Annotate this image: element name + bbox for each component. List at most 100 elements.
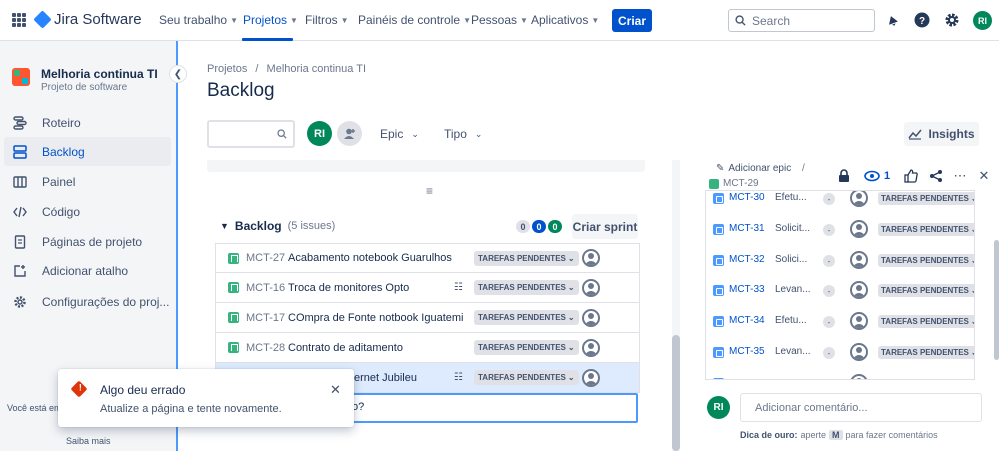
more-options-icon[interactable]: ⋯	[952, 168, 968, 184]
issue-key[interactable]: MCT-27	[246, 252, 285, 264]
chevron-down-icon: ⌄	[411, 128, 419, 139]
status-dropdown[interactable]: TAREFAS PENDENTES ⌄	[474, 310, 579, 325]
notifications-icon[interactable]	[883, 11, 901, 29]
issue-key[interactable]: MCT-16	[246, 282, 285, 294]
story-icon	[228, 282, 239, 293]
unassigned-avatar-icon[interactable]	[582, 368, 600, 387]
detail-issue-key[interactable]: MCT-29	[709, 178, 759, 189]
backlog-header[interactable]: ▼ Backlog (5 issues)	[220, 219, 335, 233]
child-status-dropdown[interactable]: TAREFAS PENDENTES⌄	[878, 346, 974, 359]
unassigned-avatar-icon[interactable]	[582, 249, 600, 267]
status-dropdown[interactable]: TAREFAS PENDENTES ⌄	[474, 250, 579, 266]
learn-more-link[interactable]: Saiba mais	[66, 436, 111, 446]
child-issue-row[interactable]: MCT-34 Efetu... - TAREFAS PENDENTES⌄	[706, 307, 974, 337]
child-issue-row[interactable]: MCT-35 Levan... - TAREFAS PENDENTES⌄	[706, 338, 974, 368]
unassigned-avatar-icon[interactable]	[582, 278, 600, 297]
add-epic-link[interactable]: ✎ Adicionar epic	[716, 163, 791, 174]
status-dropdown[interactable]: TAREFAS PENDENTES ⌄	[474, 280, 579, 295]
child-issue-row[interactable]: MCT-32 Solici... - TAREFAS PENDENTES⌄	[706, 246, 974, 276]
sidebar-item-roteiro[interactable]: Roteiro	[4, 108, 171, 137]
in-progress-count-badge: 0	[532, 220, 546, 233]
child-issue-key[interactable]: MCT-33	[729, 284, 765, 295]
backlog-search-input[interactable]	[207, 120, 295, 148]
unassigned-avatar-icon[interactable]	[850, 281, 868, 299]
nav-projetos[interactable]: Projetos ▼	[243, 13, 298, 27]
child-status-dropdown[interactable]: TAREFAS PENDENTES⌄	[878, 284, 974, 297]
collapse-sidebar-button[interactable]: ❮	[169, 65, 187, 83]
child-issue-key[interactable]: MCT-35	[729, 346, 765, 357]
jira-logo[interactable]: Jira Software	[33, 10, 142, 29]
breadcrumb-project[interactable]: Melhoria continua TI	[267, 63, 366, 75]
child-status-dropdown[interactable]: TAREFAS PENDENTES⌄	[878, 223, 974, 236]
project-avatar-icon	[12, 68, 30, 86]
add-people-button[interactable]	[337, 121, 362, 146]
child-issue-key[interactable]: MCT-34	[729, 315, 765, 326]
sidebar-item-codigo[interactable]: Código	[4, 197, 171, 226]
search-input[interactable]: Search	[728, 9, 875, 32]
issue-key[interactable]: MCT-28	[246, 342, 285, 354]
nav-aplicativos[interactable]: Aplicativos ▼	[531, 13, 599, 27]
nav-filtros[interactable]: Filtros ▼	[305, 13, 349, 27]
unassigned-avatar-icon[interactable]	[850, 343, 868, 361]
status-label: TAREFAS PENDENTES	[881, 317, 969, 326]
child-issue-key[interactable]: MCT-32	[729, 254, 765, 265]
unassigned-avatar-icon[interactable]	[850, 191, 868, 207]
user-avatar[interactable]: RI	[973, 11, 992, 30]
nav-pessoas[interactable]: Pessoas ▼	[471, 13, 528, 27]
issue-row[interactable]: MCT-28 Contrato de aditamento TAREFAS PE…	[215, 333, 640, 363]
child-issue-row[interactable]: MCT-33 Levan... - TAREFAS PENDENTES⌄	[706, 276, 974, 306]
unassigned-avatar-icon[interactable]	[850, 374, 868, 379]
nav-seu-trabalho[interactable]: Seu trabalho ▼	[159, 13, 238, 27]
epic-filter-dropdown[interactable]: Epic ⌄	[380, 127, 419, 141]
child-issue-row[interactable]: MCT-31 Solicit... - TAREFAS PENDENTES⌄	[706, 215, 974, 245]
create-sprint-button[interactable]: Criar sprint	[572, 214, 638, 239]
unassigned-avatar-icon[interactable]	[850, 220, 868, 238]
chevron-down-icon: ⌄	[474, 128, 483, 139]
issue-row[interactable]: MCT-16 Troca de monitores Opto ☷ TAREFAS…	[215, 273, 640, 303]
settings-gear-icon[interactable]	[943, 11, 961, 29]
search-icon	[735, 15, 746, 26]
child-issue-row-partial[interactable]	[706, 369, 974, 379]
unassigned-avatar-icon[interactable]	[582, 308, 600, 327]
unassigned-avatar-icon[interactable]	[850, 251, 868, 269]
detail-scrollbar-thumb[interactable]	[994, 240, 999, 360]
sidebar-item-painel[interactable]: Painel	[4, 167, 171, 196]
sidebar-item-adicionar-atalho[interactable]: Adicionar atalho	[4, 256, 171, 285]
backlog-issue-count: (5 issues)	[287, 220, 336, 232]
child-status-dropdown[interactable]: TAREFAS PENDENTES⌄	[878, 254, 974, 267]
app-switcher-icon[interactable]	[12, 13, 26, 27]
watch-eye-icon[interactable]	[864, 168, 880, 184]
issue-row[interactable]: MCT-27 Acabamento notebook Guarulhos TAR…	[215, 243, 640, 273]
sidebar-item-backlog[interactable]: Backlog	[4, 137, 171, 166]
child-status-dropdown[interactable]: TAREFAS PENDENTES⌄	[878, 192, 974, 205]
drag-handle-icon[interactable]: ≡	[426, 184, 433, 198]
unassigned-avatar-icon[interactable]	[582, 338, 600, 357]
create-button[interactable]: Criar	[612, 9, 652, 32]
sidebar-item-paginas[interactable]: Páginas de projeto	[4, 227, 171, 256]
chevron-down-icon: ⌄	[567, 343, 575, 352]
issue-row[interactable]: MCT-17 COmpra de Fonte notbook Iguatemi …	[215, 303, 640, 333]
assignee-filter-avatar[interactable]: RI	[307, 121, 332, 146]
share-icon[interactable]	[928, 168, 944, 184]
help-icon[interactable]: ?	[913, 11, 931, 29]
close-icon[interactable]: ✕	[330, 382, 341, 398]
status-dropdown[interactable]: TAREFAS PENDENTES ⌄	[474, 340, 579, 355]
child-issue-key[interactable]: MCT-31	[729, 223, 765, 234]
child-issue-key[interactable]: MCT-30	[729, 192, 765, 203]
close-panel-icon[interactable]: ✕	[976, 168, 992, 184]
type-filter-dropdown[interactable]: Tipo ⌄	[444, 127, 482, 141]
nav-paineis[interactable]: Painéis de controle ▼	[358, 13, 471, 27]
status-label: TAREFAS PENDENTES	[881, 286, 969, 295]
lock-icon[interactable]	[836, 168, 852, 184]
child-status-dropdown[interactable]: TAREFAS PENDENTES⌄	[878, 315, 974, 328]
main-scrollbar-thumb[interactable]	[672, 335, 680, 451]
unassigned-avatar-icon[interactable]	[850, 312, 868, 330]
sidebar-item-configuracoes[interactable]: Configurações do proj...	[4, 287, 171, 316]
status-dropdown[interactable]: TAREFAS PENDENTES ⌄	[474, 370, 579, 385]
thumbs-up-icon[interactable]	[903, 168, 919, 184]
child-issue-row[interactable]: MCT-30 Efetu... - TAREFAS PENDENTES⌄	[706, 191, 974, 214]
comment-input[interactable]: Adicionar comentário...	[740, 393, 982, 422]
issue-key[interactable]: MCT-17	[246, 312, 285, 324]
insights-button[interactable]: Insights	[904, 122, 979, 146]
breadcrumb-projetos[interactable]: Projetos	[207, 63, 247, 75]
